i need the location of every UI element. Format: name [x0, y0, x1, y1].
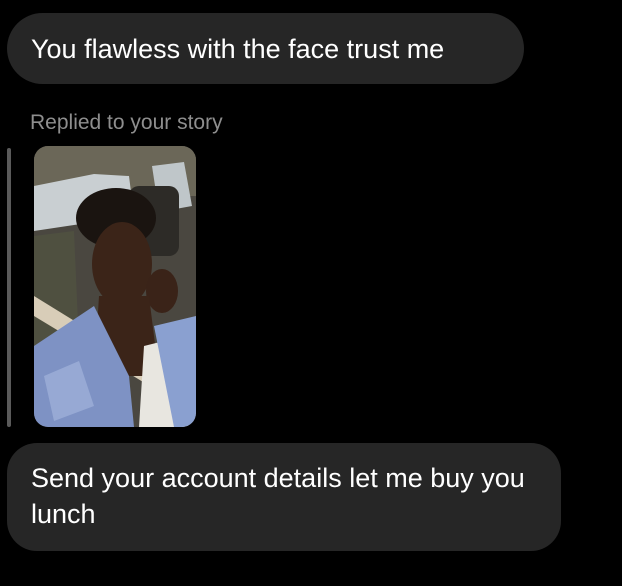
message-bubble-incoming[interactable]: You flawless with the face trust me	[7, 13, 524, 84]
message-text: Send your account details let me buy you…	[31, 463, 525, 529]
message-bubble-incoming[interactable]: Send your account details let me buy you…	[7, 443, 561, 551]
message-text: You flawless with the face trust me	[31, 34, 445, 64]
story-photo-image	[34, 146, 196, 427]
story-reply-label: Replied to your story	[30, 111, 223, 134]
story-thumbnail[interactable]	[34, 146, 196, 427]
reply-indicator-bar	[7, 148, 11, 427]
